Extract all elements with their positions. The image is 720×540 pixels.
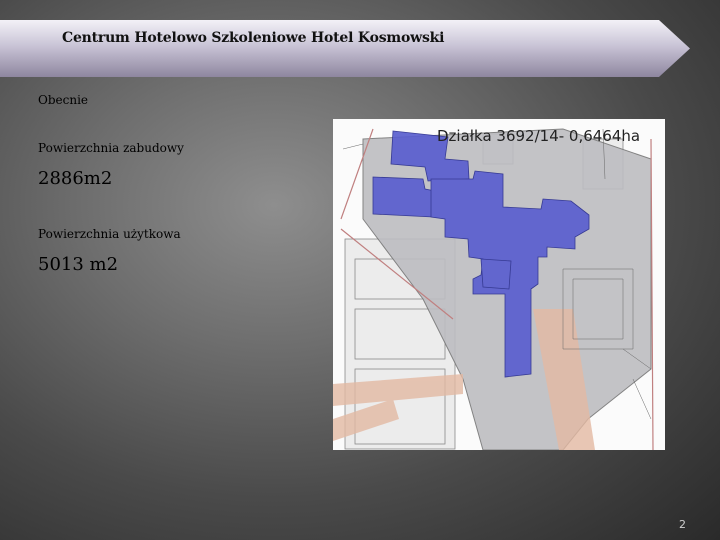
section-label: Obecnie xyxy=(38,93,89,107)
parcel-map-drawing xyxy=(333,119,665,450)
slide-title: Centrum Hotelowo Szkoleniowe Hotel Kosmo… xyxy=(62,30,445,46)
built-area-label: Powierzchnia zabudowy xyxy=(38,141,184,155)
usable-area-label: Powierzchnia użytkowa xyxy=(38,227,181,241)
built-area-value: 2886m2 xyxy=(38,168,113,189)
parcel-caption: Działka 3692/14- 0,6464ha xyxy=(437,127,641,145)
title-banner xyxy=(0,20,690,77)
parcel-map-image: Działka 3692/14- 0,6464ha xyxy=(333,119,665,450)
slide-number: 2 xyxy=(679,518,686,531)
usable-area-value: 5013 m2 xyxy=(38,254,119,275)
